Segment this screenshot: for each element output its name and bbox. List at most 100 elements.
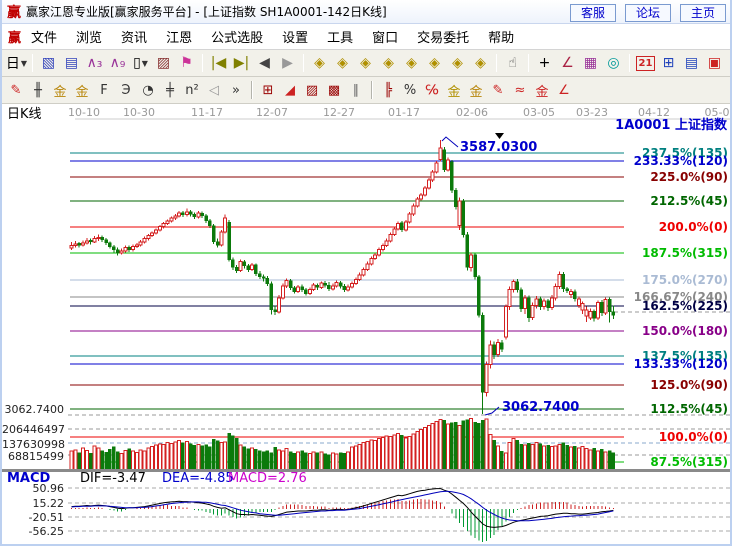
- rail2-icon[interactable]: ╪: [160, 79, 180, 101]
- menu-item-设置[interactable]: 设置: [282, 31, 308, 46]
- square-of-nine-icon[interactable]: n²: [182, 79, 202, 101]
- macd-label: MACD: [7, 472, 50, 486]
- gann-wheel-3-icon[interactable]: ◈: [355, 52, 376, 74]
- parallel-lines-icon[interactable]: ∥: [346, 79, 366, 101]
- gann-wheel-2-icon[interactable]: ◈: [332, 52, 353, 74]
- kline-chart-area[interactable]: 3587.03003062.740050.9615.22-20.51-56.25…: [2, 104, 730, 544]
- flag-icon[interactable]: ⚑: [176, 52, 197, 74]
- grid-tool-icon[interactable]: ▦: [580, 52, 601, 74]
- date-axis-label: 10-10: [68, 106, 100, 120]
- menu-item-帮助[interactable]: 帮助: [488, 31, 514, 46]
- forum-button[interactable]: 论坛: [625, 4, 671, 22]
- wave3-icon[interactable]: ∧₃: [84, 52, 105, 74]
- prev-bar-icon[interactable]: ◀: [254, 52, 275, 74]
- gann-rail-icon[interactable]: ╫: [28, 79, 48, 101]
- percent-zone-icon[interactable]: %: [400, 79, 420, 101]
- gold-ratio-icon[interactable]: 金: [50, 79, 70, 101]
- percent-levels-icon[interactable]: ╠: [378, 79, 398, 101]
- home-button[interactable]: 主页: [680, 4, 726, 22]
- menu-item-交易委托[interactable]: 交易委托: [417, 31, 469, 46]
- gann-wheel-6-icon[interactable]: ◈: [424, 52, 445, 74]
- pane-label: 日K线: [7, 108, 42, 122]
- percent-line-icon[interactable]: ℅: [422, 79, 442, 101]
- menu-item-窗口[interactable]: 窗口: [372, 31, 398, 46]
- title-bar: 赢 赢家江恩专业版[赢家服务平台] - [上证指数 SH1A0001-142日K…: [2, 0, 730, 24]
- gann-grid2-icon[interactable]: ▩: [324, 79, 344, 101]
- toolbar-separator: [251, 81, 253, 99]
- candle-type-dropdown[interactable]: ▯▼: [130, 52, 151, 74]
- toolbar-separator: [303, 54, 304, 72]
- crosshair-icon[interactable]: +: [534, 52, 555, 74]
- compass-icon[interactable]: ◔: [138, 79, 158, 101]
- menu-item-公式选股[interactable]: 公式选股: [211, 31, 263, 46]
- gold-level-icon[interactable]: 金: [466, 79, 486, 101]
- toolbar-separator: [629, 54, 630, 72]
- kline-period-dropdown[interactable]: 日▼: [6, 52, 27, 74]
- gann-level-label: 200.0%(0): [659, 220, 728, 234]
- next-bar-icon[interactable]: ▶: [277, 52, 298, 74]
- macd-scale-label: 15.22: [2, 497, 64, 511]
- gann-level-label: 87.5%(315): [650, 455, 728, 469]
- gold-box-icon[interactable]: 金: [532, 79, 552, 101]
- gann-grid-icon[interactable]: ▨: [302, 79, 322, 101]
- wave9-icon[interactable]: ∧₉: [107, 52, 128, 74]
- notes-icon[interactable]: ▤: [681, 52, 702, 74]
- gann-fan-icon[interactable]: ◢: [280, 79, 300, 101]
- calendar-icon[interactable]: 21: [635, 52, 656, 74]
- first-bar-icon[interactable]: |◀: [208, 52, 229, 74]
- gann-wheel-4-icon[interactable]: ◈: [378, 52, 399, 74]
- menu-logo-icon: 赢: [8, 27, 21, 46]
- gold-circle-icon[interactable]: 金: [444, 79, 464, 101]
- compare-icon[interactable]: ▨: [153, 52, 174, 74]
- support-button[interactable]: 客服: [570, 4, 616, 22]
- more-tools-chevron[interactable]: »: [226, 79, 246, 101]
- menu-item-文件[interactable]: 文件: [31, 31, 57, 46]
- menu-item-浏览[interactable]: 浏览: [76, 31, 102, 46]
- wave-ruler-icon[interactable]: ≈: [510, 79, 530, 101]
- draw-pen-icon[interactable]: ✎: [6, 79, 26, 101]
- toolbar-separator: [528, 54, 529, 72]
- calculator-icon[interactable]: ⊞: [658, 52, 679, 74]
- left-axis-label: 206446497: [2, 423, 64, 437]
- macd-scale-label: -20.51: [2, 511, 64, 525]
- save-icon[interactable]: ▣: [704, 52, 725, 74]
- date-axis-label: 02-06: [456, 106, 488, 120]
- gann-level-label: 112.5%(45): [650, 402, 728, 416]
- gann-wheel-5-icon[interactable]: ◈: [401, 52, 422, 74]
- ai-analysis-icon[interactable]: ◎: [603, 52, 624, 74]
- left-axis-label: 3062.7400: [2, 403, 64, 417]
- angle-measure-icon[interactable]: ∠: [557, 52, 578, 74]
- price-mark-icon[interactable]: ✎: [488, 79, 508, 101]
- toolbar-separator: [371, 81, 373, 99]
- gann-wheel-7-icon[interactable]: ◈: [447, 52, 468, 74]
- gann-level-label: 162.5%(225): [642, 299, 728, 313]
- app-logo-icon: 赢: [7, 2, 21, 22]
- toolbar-separator: [496, 54, 497, 72]
- gann-level-label: 212.5%(45): [650, 194, 728, 208]
- angle-set-icon[interactable]: ◁: [204, 79, 224, 101]
- toolbar-separator: [32, 54, 33, 72]
- trend-angle-icon[interactable]: ∠: [554, 79, 574, 101]
- pattern-search-icon[interactable]: ▧: [38, 52, 59, 74]
- menu-item-资讯[interactable]: 资讯: [121, 31, 147, 46]
- toolbar-drawing: ✎╫金金FЭ◔╪n²◁»⊞◢▨▩∥╠%℅金金✎≈金∠: [2, 77, 730, 104]
- last-bar-icon[interactable]: ▶|: [231, 52, 252, 74]
- gann-box-icon[interactable]: ⊞: [258, 79, 278, 101]
- symbol-label: 1A0001 上证指数: [615, 119, 727, 133]
- date-axis-label: 10-30: [123, 106, 155, 120]
- menu-item-工具[interactable]: 工具: [327, 31, 353, 46]
- multi-window-icon[interactable]: ⊟: [727, 52, 730, 74]
- gann-level-label: 233.33%(120): [634, 154, 728, 168]
- menu-item-江恩[interactable]: 江恩: [166, 31, 192, 46]
- hand-tool-icon[interactable]: ☝: [502, 52, 523, 74]
- gann-level-label: 187.5%(315): [642, 246, 728, 260]
- gann-wheel-1-icon[interactable]: ◈: [309, 52, 330, 74]
- gold-rail-icon[interactable]: 金: [72, 79, 92, 101]
- app-window: { "window": { "logo": "赢", "title": "赢家江…: [0, 0, 732, 546]
- spiral-icon[interactable]: Э: [116, 79, 136, 101]
- gann-wheel-8-icon[interactable]: ◈: [470, 52, 491, 74]
- macd-dea-value: DEA=-4.85: [162, 472, 234, 486]
- date-axis-label: 03-23: [576, 106, 608, 120]
- fibo-icon[interactable]: F: [94, 79, 114, 101]
- clipboard-icon[interactable]: ▤: [61, 52, 82, 74]
